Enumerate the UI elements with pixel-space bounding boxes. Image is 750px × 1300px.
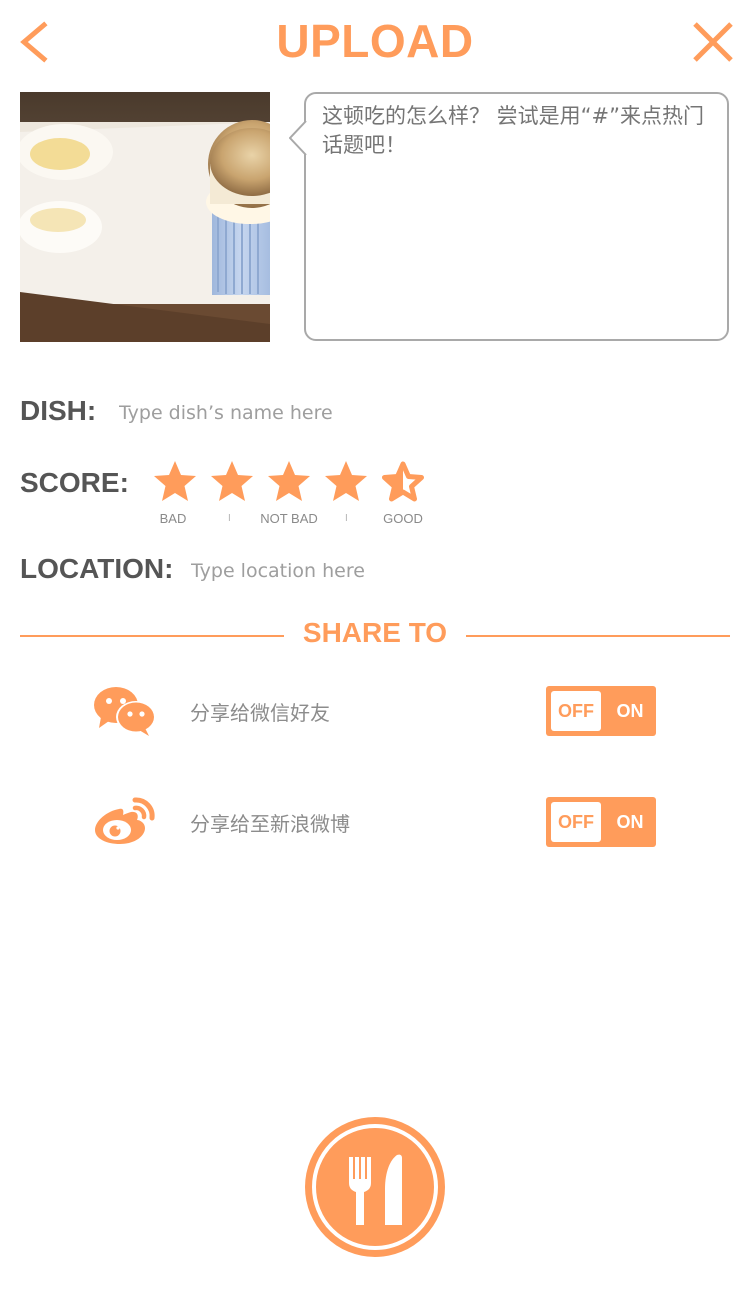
star-icon-2[interactable] [210, 460, 254, 504]
dish-photo[interactable] [20, 92, 270, 342]
wechat-icon [94, 687, 156, 736]
page-title: UPLOAD [276, 15, 474, 67]
divider-right [466, 635, 730, 637]
close-x-icon [693, 22, 733, 62]
score-separator: I [345, 513, 348, 524]
score-caption-bad: BAD [159, 511, 187, 526]
weibo-icon [95, 797, 155, 844]
close-button[interactable] [690, 20, 736, 64]
score-separator: I [228, 513, 231, 524]
dish-name-input[interactable] [119, 400, 519, 426]
fork-knife-icon [305, 1117, 445, 1257]
share-weibo-label: 分享给至新浪微博 [190, 812, 350, 836]
submit-button[interactable] [305, 1117, 445, 1257]
share-wechat-label: 分享给微信好友 [190, 701, 330, 725]
speech-bubble-tail [289, 120, 307, 156]
divider-left [20, 635, 284, 637]
star-icon-4[interactable] [324, 460, 368, 504]
score-caption-not-bad: NOT BAD [260, 511, 318, 526]
share-wechat-toggle[interactable]: OFF ON [546, 686, 656, 736]
toggle-off-label: OFF [551, 691, 601, 731]
star-icon-3[interactable] [267, 460, 311, 504]
toggle-off-label: OFF [551, 802, 601, 842]
share-section-title: SHARE TO [302, 617, 448, 648]
toggle-on-label: ON [616, 700, 644, 721]
souffle-image [20, 92, 270, 342]
toggle-on-label: ON [616, 811, 644, 832]
score-label: SCORE: [20, 467, 129, 498]
dish-label: DISH: [20, 395, 97, 426]
location-label: LOCATION: [20, 553, 174, 584]
star-half-icon[interactable] [381, 460, 425, 504]
star-icon-1[interactable] [153, 460, 197, 504]
location-input[interactable] [191, 558, 591, 584]
comment-input[interactable] [322, 102, 712, 330]
share-weibo-toggle[interactable]: OFF ON [546, 797, 656, 847]
score-caption-good: GOOD [383, 511, 423, 526]
